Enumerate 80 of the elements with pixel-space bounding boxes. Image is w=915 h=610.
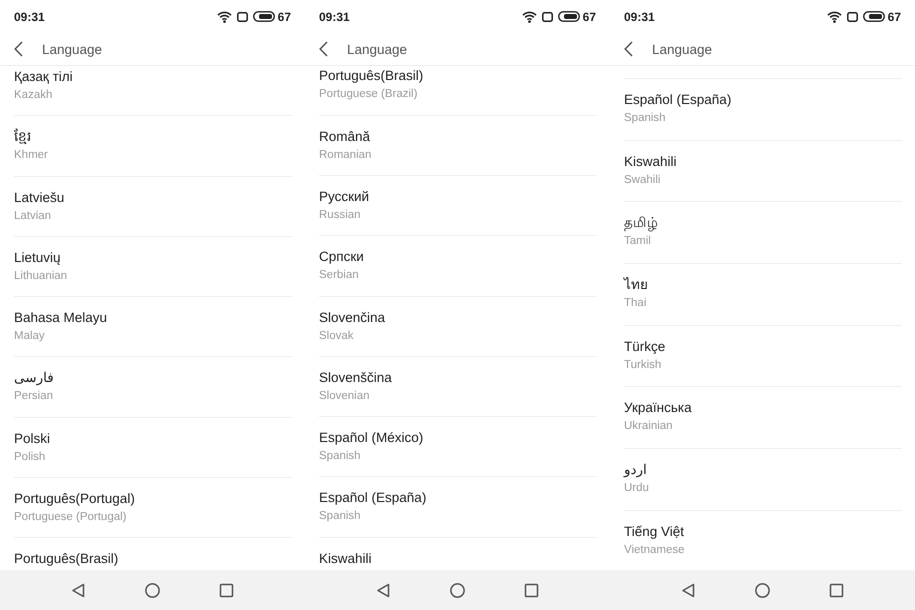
back-icon[interactable] bbox=[624, 41, 633, 57]
language-name[interactable]: Polski bbox=[14, 428, 50, 449]
language-name[interactable]: Bahasa Melayu bbox=[14, 308, 108, 328]
screen-title: Language bbox=[347, 42, 408, 56]
language-english-name: Khmer bbox=[14, 148, 48, 164]
rounded-square-icon bbox=[542, 12, 553, 22]
language-english-name: Slovak bbox=[319, 328, 354, 344]
language-english-name: Tamil bbox=[624, 234, 651, 250]
language-name[interactable]: Kiswahili bbox=[624, 152, 677, 172]
language-english-name: Swahili bbox=[624, 172, 660, 188]
status-time: 09:31 bbox=[14, 10, 45, 24]
language-name[interactable]: Português(Brasil) bbox=[319, 66, 424, 86]
language-english-name: Portuguese (Portugal) bbox=[14, 510, 127, 526]
language-name[interactable]: Türkçe bbox=[624, 336, 666, 357]
language-name[interactable]: Tiếng Việt bbox=[624, 522, 684, 542]
back-triangle-icon[interactable] bbox=[376, 582, 392, 598]
language-english-name: Spanish bbox=[319, 449, 361, 464]
language-name[interactable]: Latviešu bbox=[14, 188, 64, 208]
language-english-name: Urdu bbox=[624, 481, 649, 496]
language-name[interactable]: Slovenčina bbox=[319, 308, 386, 328]
recents-square-icon[interactable] bbox=[828, 582, 844, 598]
language-name[interactable]: தமிழ் bbox=[624, 213, 658, 234]
language-english-name: Ukrainian bbox=[624, 419, 673, 434]
language-name[interactable]: Español (España) bbox=[624, 90, 732, 110]
screen-title: Language bbox=[652, 42, 712, 56]
recents-square-icon[interactable] bbox=[524, 582, 539, 598]
back-icon[interactable] bbox=[14, 41, 23, 57]
language-name[interactable]: Kiswahili bbox=[319, 548, 372, 569]
battery-percentage: 67 bbox=[582, 10, 596, 24]
language-name[interactable]: Қазақ тілі bbox=[14, 67, 73, 87]
status-time: 09:31 bbox=[624, 10, 655, 24]
language-english-name: Portuguese (Brazil) bbox=[319, 87, 418, 102]
language-english-name: Serbian bbox=[319, 268, 359, 284]
language-english-name: Romanian bbox=[319, 148, 372, 163]
language-name[interactable]: ไทย bbox=[624, 275, 648, 296]
back-icon[interactable] bbox=[319, 41, 328, 57]
language-name[interactable]: Español (España) bbox=[319, 488, 426, 508]
language-name[interactable]: ខ្មែរ bbox=[14, 127, 31, 148]
home-circle-icon[interactable] bbox=[144, 582, 160, 598]
language-name[interactable]: Español (México) bbox=[319, 428, 424, 448]
screen-title: Language bbox=[42, 42, 102, 56]
wifi-icon bbox=[216, 10, 232, 22]
language-name[interactable]: Português(Brasil) bbox=[14, 549, 118, 570]
language-name[interactable]: Slovenščina bbox=[319, 368, 392, 388]
language-english-name: Polish bbox=[14, 450, 46, 465]
language-name[interactable]: Српски bbox=[319, 247, 364, 268]
language-english-name: Vietnamese bbox=[624, 542, 685, 558]
language-name[interactable]: Português(Portugal) bbox=[14, 489, 135, 510]
language-english-name: Kazakh bbox=[14, 88, 52, 103]
language-english-name: Russian bbox=[319, 208, 361, 223]
wifi-icon bbox=[522, 10, 537, 22]
rounded-square-icon bbox=[846, 12, 858, 22]
rounded-square-icon bbox=[236, 12, 248, 22]
language-english-name: Malay bbox=[14, 329, 45, 344]
back-triangle-icon[interactable] bbox=[71, 582, 86, 598]
battery-percentage: 67 bbox=[278, 10, 291, 24]
language-english-name: Thai bbox=[624, 296, 646, 312]
recents-square-icon[interactable] bbox=[218, 582, 234, 598]
language-name[interactable]: فارسی bbox=[14, 368, 54, 388]
battery-icon bbox=[558, 11, 580, 22]
language-english-name: Lithuanian bbox=[14, 268, 68, 284]
wifi-icon bbox=[826, 10, 842, 22]
home-circle-icon[interactable] bbox=[754, 582, 770, 598]
battery-icon bbox=[252, 11, 275, 22]
home-circle-icon[interactable] bbox=[450, 582, 465, 598]
language-name[interactable]: اردو bbox=[624, 460, 647, 480]
language-name[interactable]: Lietuvių bbox=[14, 248, 61, 268]
language-english-name: Spanish bbox=[319, 509, 361, 524]
language-name[interactable]: Română bbox=[319, 126, 370, 147]
language-english-name: Spanish bbox=[624, 111, 666, 126]
language-english-name: Turkish bbox=[624, 358, 662, 373]
language-english-name: Persian bbox=[14, 389, 53, 404]
language-english-name: Slovenian bbox=[319, 388, 370, 404]
battery-icon bbox=[862, 11, 885, 22]
language-name[interactable]: Українська bbox=[624, 398, 692, 418]
back-triangle-icon[interactable] bbox=[681, 582, 696, 598]
language-english-name: Latvian bbox=[14, 208, 52, 224]
status-time: 09:31 bbox=[319, 10, 350, 24]
battery-percentage: 67 bbox=[888, 10, 901, 24]
language-name[interactable]: Русский bbox=[319, 186, 370, 207]
